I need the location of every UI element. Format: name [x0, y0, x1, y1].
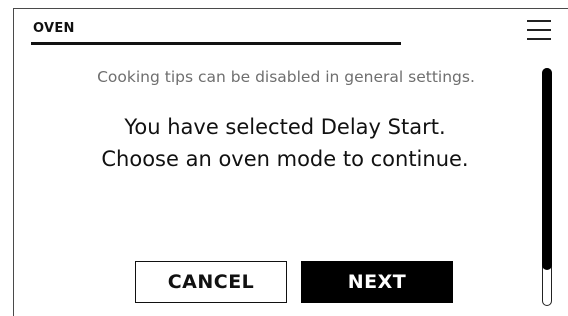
menu-line-bottom — [527, 38, 551, 40]
scrollbar-thumb[interactable] — [541, 67, 552, 270]
hamburger-menu-icon[interactable] — [524, 17, 554, 43]
next-button[interactable]: NEXT — [301, 261, 453, 303]
title-underline — [31, 42, 401, 45]
menu-line-middle — [527, 29, 551, 31]
menu-line-top — [527, 20, 551, 22]
scrollbar[interactable] — [541, 67, 552, 306]
message-line-1: You have selected Delay Start. — [124, 115, 446, 139]
message-line-2: Choose an oven mode to continue. — [101, 147, 469, 171]
cancel-button[interactable]: CANCEL — [135, 261, 287, 303]
delay-start-message: You have selected Delay Start. Choose an… — [40, 111, 530, 175]
page-title: OVEN — [33, 21, 75, 36]
cooking-tip-text: Cooking tips can be disabled in general … — [97, 68, 475, 86]
